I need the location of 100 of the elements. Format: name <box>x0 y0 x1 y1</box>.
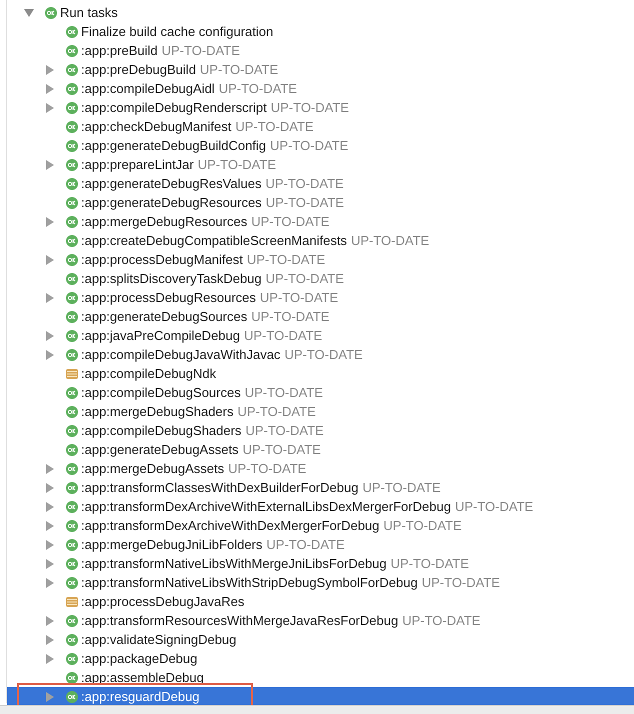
expand-arrow-icon[interactable] <box>44 330 56 340</box>
tree-row[interactable]: :app:processDebugManifest UP-TO-DATE <box>7 250 634 269</box>
ok-icon <box>66 82 78 94</box>
collapse-arrow-icon[interactable] <box>23 8 35 18</box>
expand-arrow-icon[interactable] <box>44 520 56 530</box>
tree-row[interactable]: :app:javaPreCompileDebug UP-TO-DATE <box>7 326 634 345</box>
task-status: UP-TO-DATE <box>260 290 338 305</box>
task-name: :app:packageDebug <box>81 651 198 666</box>
task-status: UP-TO-DATE <box>265 176 344 191</box>
expand-arrow-icon[interactable] <box>44 482 56 492</box>
task-name: :app:generateDebugResValues <box>81 176 262 191</box>
ok-icon <box>66 272 78 284</box>
task-name: :app:compileDebugAidl <box>81 81 215 96</box>
task-status: UP-TO-DATE <box>242 442 321 457</box>
tree-row[interactable]: :app:compileDebugNdk <box>7 364 634 383</box>
task-name: :app:transformNativeLibsWithMergeJniLibsForDebug <box>81 556 387 571</box>
tree-row[interactable]: :app:mergeDebugAssets UP-TO-DATE <box>7 459 634 478</box>
expand-arrow-icon[interactable] <box>44 502 56 512</box>
tree-row[interactable]: Run tasks <box>7 3 634 22</box>
expand-arrow-icon[interactable] <box>44 254 56 264</box>
tree-row[interactable]: :app:processDebugJavaRes <box>7 592 634 611</box>
tree-row[interactable]: :app:transformDexArchiveWithDexMergerForDebug UP-TO-DATE <box>7 516 634 535</box>
task-name: :app:compileDebugSources <box>81 385 241 400</box>
expand-arrow-icon[interactable] <box>44 84 56 94</box>
tree-row[interactable]: :app:mergeDebugJniLibFolders UP-TO-DATE <box>7 535 634 554</box>
tree-row[interactable]: :app:compileDebugSources UP-TO-DATE <box>7 383 634 402</box>
ok-icon <box>66 26 78 38</box>
tree-row[interactable]: :app:generateDebugResValues UP-TO-DATE <box>7 174 634 193</box>
task-name: :app:processDebugJavaRes <box>81 594 244 609</box>
ok-icon <box>66 120 78 132</box>
tree-row[interactable]: :app:mergeDebugShaders UP-TO-DATE <box>7 402 634 421</box>
expand-arrow-icon[interactable] <box>44 558 56 568</box>
stack-icon <box>66 368 78 380</box>
tree-row[interactable]: :app:transformNativeLibsWithMergeJniLibsForDebug UP-TO-DATE <box>7 554 634 573</box>
expand-arrow-icon[interactable] <box>44 64 56 74</box>
ok-icon <box>66 520 78 532</box>
task-status: UP-TO-DATE <box>244 385 323 400</box>
ok-icon <box>66 310 78 322</box>
tree-row[interactable]: :app:generateDebugSources UP-TO-DATE <box>7 307 634 326</box>
tree-row[interactable]: :app:processDebugResources UP-TO-DATE <box>7 288 634 307</box>
task-name: :app:javaPreCompileDebug <box>81 328 240 343</box>
tree-row[interactable]: :app:prepareLintJar UP-TO-DATE <box>7 155 634 174</box>
tree-row[interactable]: :app:packageDebug <box>7 649 634 668</box>
tree-row[interactable]: :app:compileDebugShaders UP-TO-DATE <box>7 421 634 440</box>
tree-row[interactable]: Finalize build cache configuration <box>7 22 634 41</box>
expand-arrow-icon[interactable] <box>44 102 56 112</box>
tree-row[interactable]: :app:transformDexArchiveWithExternalLibsDexMergerForDebug UP-TO-DATE <box>7 497 634 516</box>
ok-icon <box>66 234 78 246</box>
expand-arrow-icon[interactable] <box>44 616 56 626</box>
task-name: :app:createDebugCompatibleScreenManifests <box>81 233 347 248</box>
task-name: :app:processDebugResources <box>81 290 256 305</box>
task-name: :app:validateSigningDebug <box>81 632 236 647</box>
expand-arrow-icon[interactable] <box>44 350 56 360</box>
task-name: :app:transformClassesWithDexBuilderForDebug <box>81 480 358 495</box>
task-name: Run tasks <box>60 5 118 20</box>
task-name: :app:compileDebugShaders <box>81 423 242 438</box>
ok-icon <box>66 500 78 512</box>
tree-row[interactable]: :app:generateDebugResources UP-TO-DATE <box>7 193 634 212</box>
tree-row[interactable]: :app:transformResourcesWithMergeJavaResForDebug UP-TO-DATE <box>7 611 634 630</box>
ok-icon <box>66 444 78 456</box>
tree-row[interactable]: :app:transformNativeLibsWithStripDebugSymbolForDebug UP-TO-DATE <box>7 573 634 592</box>
tree-row[interactable]: :app:validateSigningDebug <box>7 630 634 649</box>
tree-row[interactable]: :app:compileDebugAidl UP-TO-DATE <box>7 79 634 98</box>
tree-row[interactable]: :app:createDebugCompatibleScreenManifests UP-TO-DATE <box>7 231 634 250</box>
tree-row[interactable]: :app:checkDebugManifest UP-TO-DATE <box>7 117 634 136</box>
tree-row[interactable]: :app:transformClassesWithDexBuilderForDebug UP-TO-DATE <box>7 478 634 497</box>
tree-row[interactable]: :app:compileDebugRenderscript UP-TO-DATE <box>7 98 634 117</box>
tree-row[interactable]: :app:preDebugBuild UP-TO-DATE <box>7 60 634 79</box>
expand-arrow-icon[interactable] <box>44 692 56 702</box>
tree-row[interactable]: :app:compileDebugJavaWithJavac UP-TO-DATE <box>7 345 634 364</box>
ok-icon <box>66 424 78 436</box>
tree-row[interactable]: :app:splitsDiscoveryTaskDebug UP-TO-DATE <box>7 269 634 288</box>
expand-arrow-icon[interactable] <box>44 216 56 226</box>
ok-icon <box>66 196 78 208</box>
ok-icon <box>66 330 78 342</box>
tree-row[interactable]: :app:assembleDebug <box>7 668 634 687</box>
tree-row[interactable]: :app:generateDebugAssets UP-TO-DATE <box>7 440 634 459</box>
expand-arrow-icon[interactable] <box>44 634 56 644</box>
task-name: :app:compileDebugJavaWithJavac <box>81 347 280 362</box>
expand-arrow-icon[interactable] <box>44 464 56 474</box>
task-name: :app:transformNativeLibsWithStripDebugSymbolForDebug <box>81 575 418 590</box>
task-name: :app:checkDebugManifest <box>81 119 232 134</box>
task-status: UP-TO-DATE <box>245 423 324 438</box>
tree-row[interactable]: :app:preBuild UP-TO-DATE <box>7 41 634 60</box>
task-name: :app:generateDebugAssets <box>81 442 239 457</box>
expand-arrow-icon[interactable] <box>44 292 56 302</box>
task-name: :app:transformResourcesWithMergeJavaResForDebug <box>81 613 398 628</box>
stack-icon <box>66 596 78 608</box>
tree-row[interactable]: :app:generateDebugBuildConfig UP-TO-DATE <box>7 136 634 155</box>
ok-icon <box>66 462 78 474</box>
expand-arrow-icon[interactable] <box>44 578 56 588</box>
tree-row[interactable]: :app:mergeDebugResources UP-TO-DATE <box>7 212 634 231</box>
expand-arrow-icon[interactable] <box>44 160 56 170</box>
expand-arrow-icon[interactable] <box>44 654 56 664</box>
ok-icon <box>66 348 78 360</box>
task-status: UP-TO-DATE <box>270 100 349 115</box>
selected-tree-row[interactable]: :app:resguardDebug <box>7 687 634 706</box>
task-name: :app:mergeDebugJniLibFolders <box>81 537 262 552</box>
ok-icon <box>66 386 78 398</box>
expand-arrow-icon[interactable] <box>44 540 56 550</box>
